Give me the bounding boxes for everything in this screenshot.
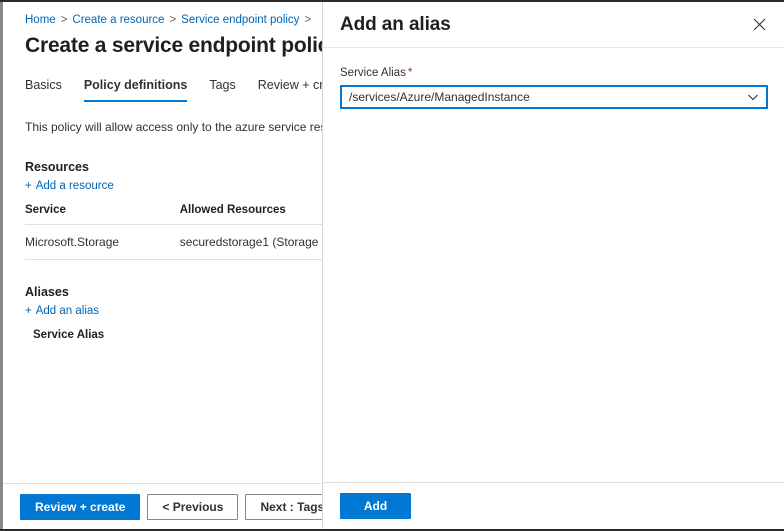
close-icon[interactable] bbox=[748, 13, 770, 35]
create-service-endpoint-policy-blade: Home > Create a resource > Service endpoint … bbox=[0, 2, 322, 529]
resources-table: Service Allowed Resources Microsoft.Stor… bbox=[25, 204, 322, 260]
breadcrumb-item-create-a-resource[interactable]: Create a resource bbox=[72, 14, 164, 26]
tab-policy-definitions[interactable]: Policy definitions bbox=[83, 77, 188, 102]
add-an-alias-label: Add an alias bbox=[35, 305, 100, 317]
breadcrumb: Home > Create a resource > Service endpoint … bbox=[3, 2, 322, 28]
cell-allowed-resources: securedstorage1 (Storage a... bbox=[179, 224, 322, 260]
add-a-resource-label: Add a resource bbox=[35, 180, 114, 192]
chevron-down-icon bbox=[746, 90, 760, 104]
blade-footer: Review + create < Previous Next : Tags >… bbox=[3, 483, 322, 529]
table-header-row: Service Allowed Resources bbox=[25, 204, 322, 225]
wizard-tabs: Basics Policy definitions Tags Review + … bbox=[3, 77, 322, 102]
aliases-table: Service Alias bbox=[25, 329, 322, 341]
breadcrumb-separator: > bbox=[169, 14, 177, 26]
pane-footer: Add bbox=[323, 482, 784, 529]
pane-body: Service Alias * /services/Azure/ManagedIn… bbox=[323, 49, 784, 482]
tab-basics[interactable]: Basics bbox=[25, 77, 62, 102]
add-an-alias-pane: Add an alias Service Alias * /services/Az… bbox=[322, 2, 784, 529]
column-header-service-alias: Service Alias bbox=[33, 329, 105, 341]
plus-icon: + bbox=[25, 180, 32, 192]
azure-portal-screen: Home > Create a resource > Service endpoint … bbox=[0, 0, 784, 531]
policy-description: This policy will allow access only to th… bbox=[25, 120, 322, 134]
required-asterisk: * bbox=[407, 67, 413, 79]
add-button[interactable]: Add bbox=[340, 493, 411, 519]
pane-header: Add an alias bbox=[323, 2, 784, 48]
tab-tags[interactable]: Tags bbox=[209, 77, 235, 102]
service-alias-label-text: Service Alias bbox=[340, 67, 406, 79]
plus-icon: + bbox=[25, 305, 32, 317]
column-header-allowed-resources: Allowed Resources bbox=[179, 204, 322, 225]
previous-button[interactable]: < Previous bbox=[147, 493, 239, 520]
next-tags-button[interactable]: Next : Tags > bbox=[245, 493, 322, 520]
breadcrumb-separator: > bbox=[60, 14, 68, 26]
service-alias-label: Service Alias * bbox=[340, 65, 767, 81]
service-alias-dropdown[interactable]: /services/Azure/ManagedInstance bbox=[340, 85, 768, 109]
pane-title: Add an alias bbox=[340, 13, 451, 35]
breadcrumb-separator: > bbox=[304, 14, 312, 26]
cell-service: Microsoft.Storage bbox=[25, 224, 180, 260]
breadcrumb-item-service-endpoint-policy[interactable]: Service endpoint policy bbox=[181, 14, 299, 26]
aliases-heading: Aliases bbox=[25, 285, 69, 299]
tab-review-create[interactable]: Review + create bbox=[258, 77, 322, 102]
add-a-resource-link[interactable]: + Add a resource bbox=[3, 178, 322, 194]
column-header-service: Service bbox=[25, 204, 180, 225]
blade-scroll-region: Home > Create a resource > Service endpoint … bbox=[3, 2, 322, 483]
service-alias-value: /services/Azure/ManagedInstance bbox=[349, 90, 530, 104]
add-an-alias-link[interactable]: + Add an alias bbox=[3, 303, 322, 319]
page-title-row: Create a service endpoint policy ··· bbox=[3, 28, 322, 60]
table-header-row: Service Alias bbox=[25, 329, 322, 341]
table-row[interactable]: Microsoft.Storage securedstorage1 (Stora… bbox=[25, 224, 322, 260]
review-create-button[interactable]: Review + create bbox=[20, 493, 141, 520]
resources-heading: Resources bbox=[25, 160, 89, 174]
page-title: Create a service endpoint policy bbox=[25, 34, 322, 57]
breadcrumb-item-home[interactable]: Home bbox=[25, 14, 56, 26]
